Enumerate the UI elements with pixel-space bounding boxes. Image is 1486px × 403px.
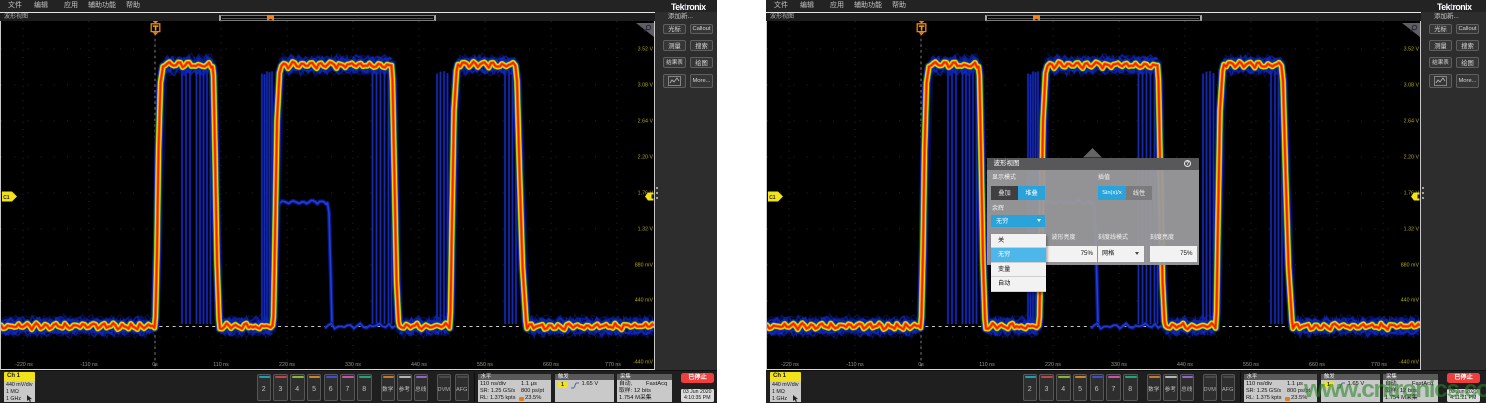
svg-text:-110 ns: -110 ns: [80, 362, 98, 368]
svg-text:440 ns: 440 ns: [411, 362, 427, 368]
svg-text:C1: C1: [769, 195, 776, 201]
svg-text:0s: 0s: [152, 362, 158, 368]
svg-text:770 ns: 770 ns: [605, 362, 621, 368]
svg-text:110 ns: 110 ns: [213, 362, 229, 368]
svg-text:-220 ns: -220 ns: [15, 362, 33, 368]
svg-text:3.08 V: 3.08 V: [638, 83, 654, 89]
svg-text:330 ns: 330 ns: [345, 362, 361, 368]
svg-text:1.32 V: 1.32 V: [638, 227, 654, 233]
svg-text:220 ns: 220 ns: [279, 362, 295, 368]
svg-text:550 ns: 550 ns: [477, 362, 493, 368]
svg-text:-440 mV: -440 mV: [633, 360, 653, 366]
svg-text:3.52 V: 3.52 V: [638, 47, 654, 53]
svg-text:C1: C1: [3, 195, 10, 201]
svg-text:2.64 V: 2.64 V: [638, 119, 654, 125]
svg-text:660 ns: 660 ns: [543, 362, 559, 368]
svg-text:2.20 V: 2.20 V: [638, 155, 654, 161]
svg-text:440 mV: 440 mV: [635, 298, 654, 304]
svg-text:880 mV: 880 mV: [635, 263, 654, 269]
